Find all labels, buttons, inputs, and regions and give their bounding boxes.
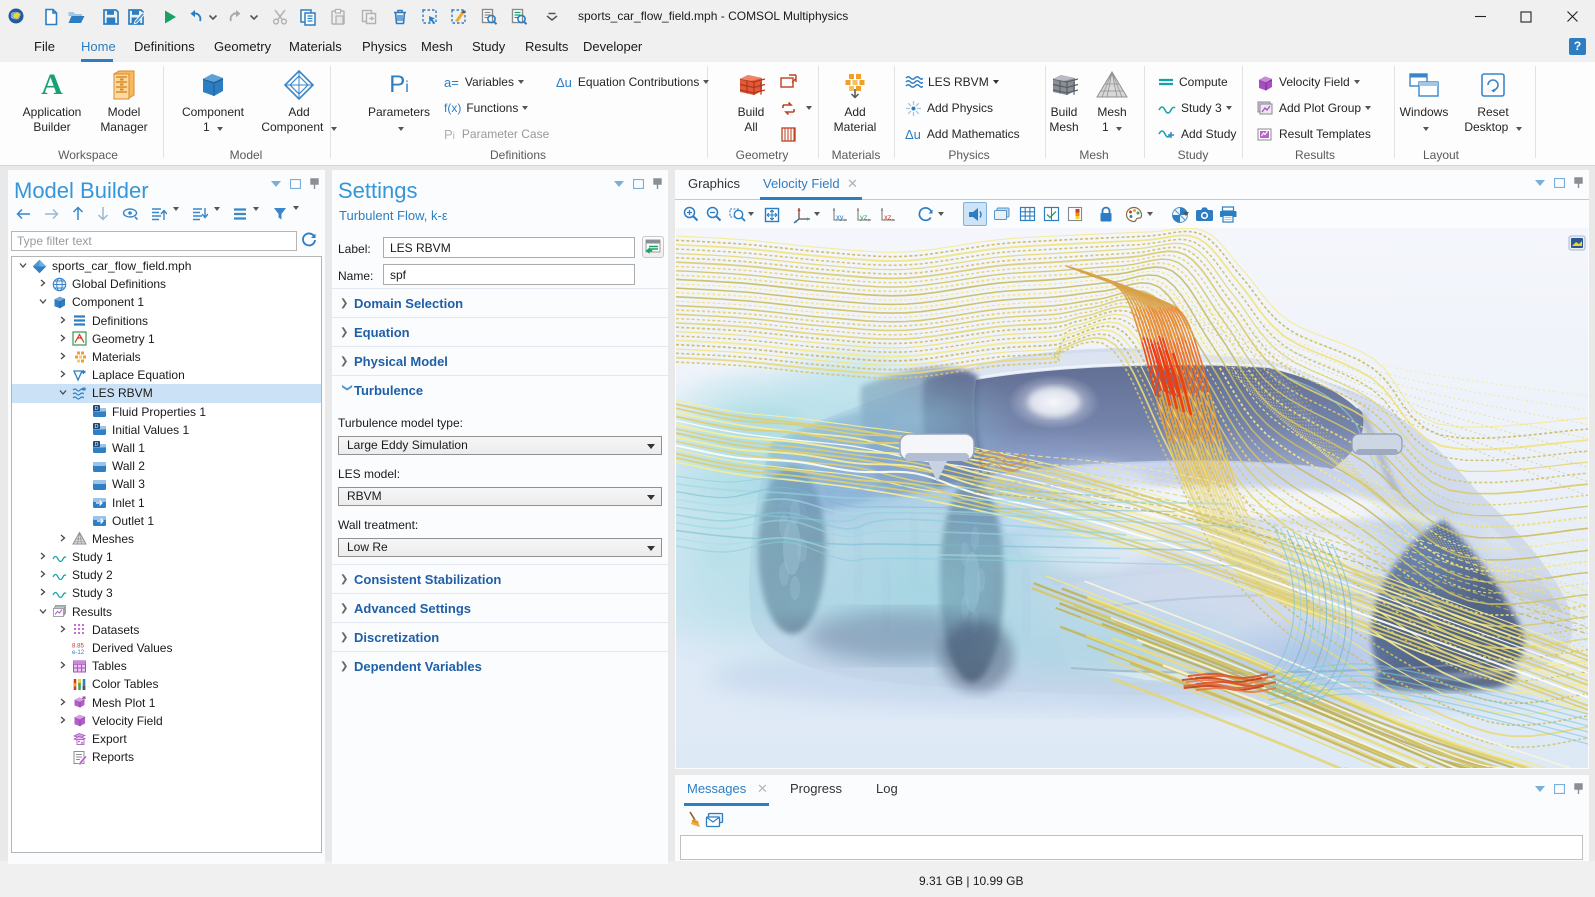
svg-text:D: D (95, 424, 99, 430)
svg-text:xy: xy (836, 213, 844, 222)
svg-text:e-12: e-12 (72, 649, 85, 656)
svg-text:D: D (95, 406, 99, 412)
svg-text:yz: yz (860, 213, 868, 222)
svg-text:D: D (95, 443, 99, 449)
svg-text:xz: xz (884, 213, 892, 222)
